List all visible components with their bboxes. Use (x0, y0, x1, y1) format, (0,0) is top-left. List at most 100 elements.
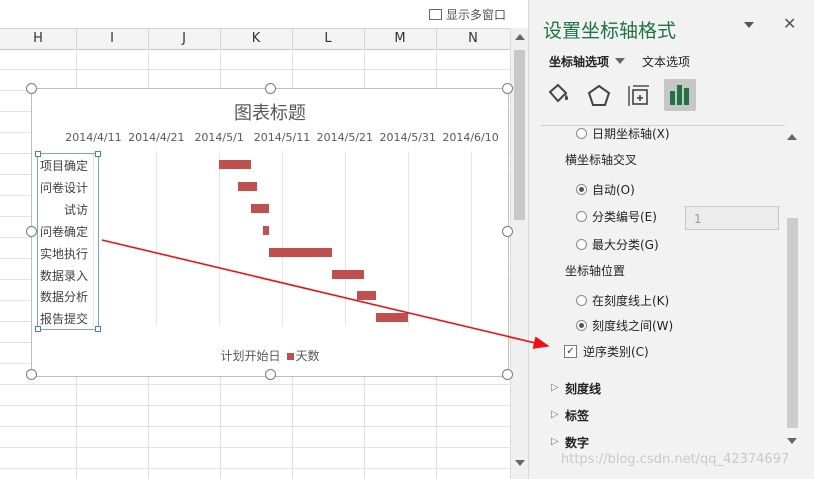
legend-swatch (286, 353, 294, 360)
bar-chart-icon (670, 85, 689, 105)
cross-section-label: 横坐标轴交叉 (565, 153, 638, 167)
row-gridline (0, 384, 510, 385)
chart-legend[interactable]: 计划开始日 天数 (32, 347, 508, 364)
windows-icon (428, 9, 442, 20)
pane-scroll-thumb[interactable] (787, 218, 798, 428)
axis-position-label: 坐标轴位置 (565, 264, 626, 278)
auto-label: 自动(O) (592, 183, 635, 197)
tick-marks-section[interactable]: 刻度线 (565, 380, 601, 397)
gantt-chart[interactable]: 图表标题 2014/4/11 2014/4/21 2014/5/1 2014/5/11… (26, 83, 513, 380)
chart-title[interactable]: 图表标题 (32, 99, 508, 125)
duration-bar[interactable] (219, 160, 251, 169)
reverse-categories-checkbox[interactable]: ✓ (564, 345, 577, 358)
auto-radio[interactable] (576, 184, 587, 195)
max-category-radio[interactable] (576, 239, 587, 250)
on-tick-marks-radio[interactable] (576, 295, 587, 306)
duration-bar[interactable] (357, 291, 377, 301)
category-number-input[interactable]: 1 (685, 206, 779, 230)
close-icon[interactable]: ✕ (783, 14, 796, 33)
scroll-up-icon[interactable] (787, 134, 797, 140)
x-tick-label: 2014/6/10 (442, 131, 499, 144)
column-header: H I J K L M N (0, 28, 511, 50)
max-category-label: 最大分类(G) (592, 238, 659, 252)
scroll-up-icon[interactable] (515, 34, 525, 40)
chart-resize-handle[interactable] (502, 83, 513, 94)
chart-gridline (407, 151, 409, 326)
legend-item-start[interactable]: 计划开始日 (220, 349, 280, 363)
scroll-thumb[interactable] (514, 50, 525, 220)
x-tick-label: 2014/5/31 (379, 131, 436, 144)
show-multi-window-button[interactable]: 显示多窗口 (428, 6, 506, 23)
tab-text-options[interactable]: 文本选项 (642, 53, 690, 70)
x-tick-label: 2014/4/11 (65, 131, 122, 144)
chart-resize-handle[interactable] (26, 226, 37, 237)
chevron-down-icon[interactable] (615, 58, 625, 64)
chevron-down-icon[interactable] (744, 22, 754, 28)
sheet-vertical-scrollbar[interactable] (510, 28, 528, 479)
scroll-down-icon[interactable] (515, 460, 525, 466)
expand-arrow-icon[interactable]: ▷ (551, 382, 559, 393)
chart-gridline (470, 151, 472, 326)
x-tick-label: 2014/5/21 (316, 131, 374, 144)
legend-item-days[interactable]: 天数 (296, 349, 320, 363)
chart-gridline (219, 151, 221, 326)
tab-axis-options[interactable]: 坐标轴选项 (549, 53, 609, 70)
selection-handle[interactable] (95, 326, 101, 332)
column-header-m[interactable]: M (364, 29, 437, 49)
x-tick-label: 2014/5/1 (194, 131, 244, 144)
sheet-toolbar: 显示多窗口 (0, 0, 528, 28)
duration-bar[interactable] (269, 247, 333, 257)
category-number-label: 分类编号(E) (592, 210, 657, 224)
selection-handle[interactable] (95, 151, 101, 157)
row-gridline (0, 447, 510, 448)
selection-handle[interactable] (35, 151, 41, 157)
chart-gridline (344, 151, 346, 326)
column-header-j[interactable]: J (148, 29, 221, 49)
row-gridline (0, 468, 510, 469)
worksheet-area[interactable]: 显示多窗口 H I J K L M N 图表标题 2014/4/11 2014/4… (0, 0, 528, 479)
size-properties-icon[interactable] (623, 80, 655, 112)
row-gridline (0, 69, 510, 70)
column-header-h[interactable]: H (0, 29, 77, 49)
duration-bar[interactable] (376, 313, 408, 323)
x-tick-label: 2014/4/21 (128, 131, 185, 144)
row-gridline (0, 405, 510, 406)
date-axis-label: 日期坐标轴(X) (592, 127, 670, 141)
column-header-l[interactable]: L (292, 29, 365, 49)
chart-gridline (282, 151, 283, 326)
number-section[interactable]: 数字 (565, 434, 589, 451)
expand-arrow-icon[interactable]: ▷ (551, 409, 559, 420)
chart-resize-handle[interactable] (265, 369, 276, 380)
category-axis-selection (35, 151, 101, 332)
reverse-categories-label: 逆序类别(C) (583, 345, 649, 359)
pane-title: 设置坐标轴格式 (543, 20, 677, 42)
effects-icon[interactable] (583, 80, 615, 112)
duration-bar[interactable] (250, 203, 270, 213)
duration-bar[interactable] (332, 269, 364, 279)
labels-section[interactable]: 标签 (565, 407, 589, 424)
chart-resize-handle[interactable] (265, 83, 276, 94)
column-header-n[interactable]: N (436, 29, 511, 49)
fill-line-icon[interactable] (543, 80, 575, 112)
duration-bar[interactable] (238, 181, 257, 191)
chart-resize-handle[interactable] (26, 369, 37, 380)
row-gridline (0, 426, 510, 427)
between-tick-marks-label: 刻度线之间(W) (592, 319, 674, 333)
pane-scrollbar[interactable] (785, 130, 799, 450)
axis-options-tab-active[interactable] (664, 79, 696, 111)
expand-arrow-icon[interactable]: ▷ (551, 436, 559, 447)
x-tick-label: 2014/5/11 (253, 131, 311, 144)
column-header-k[interactable]: K (220, 29, 293, 49)
column-header-i[interactable]: I (76, 29, 149, 49)
chart-resize-handle[interactable] (502, 226, 513, 237)
chart-resize-handle[interactable] (502, 369, 513, 380)
duration-bar[interactable] (263, 225, 270, 235)
between-tick-marks-radio[interactable] (576, 320, 587, 331)
format-axis-pane: 设置坐标轴格式 ✕ 坐标轴选项 文本选项 日期坐标轴(X) 横坐标轴交叉 自动(… (528, 0, 814, 479)
date-axis-radio[interactable] (576, 128, 587, 139)
watermark: https://blog.csdn.net/qq_42374697 (561, 452, 790, 467)
category-number-radio[interactable] (576, 211, 587, 222)
scroll-down-icon[interactable] (787, 438, 797, 444)
chart-resize-handle[interactable] (26, 83, 37, 94)
selection-handle[interactable] (35, 326, 41, 332)
